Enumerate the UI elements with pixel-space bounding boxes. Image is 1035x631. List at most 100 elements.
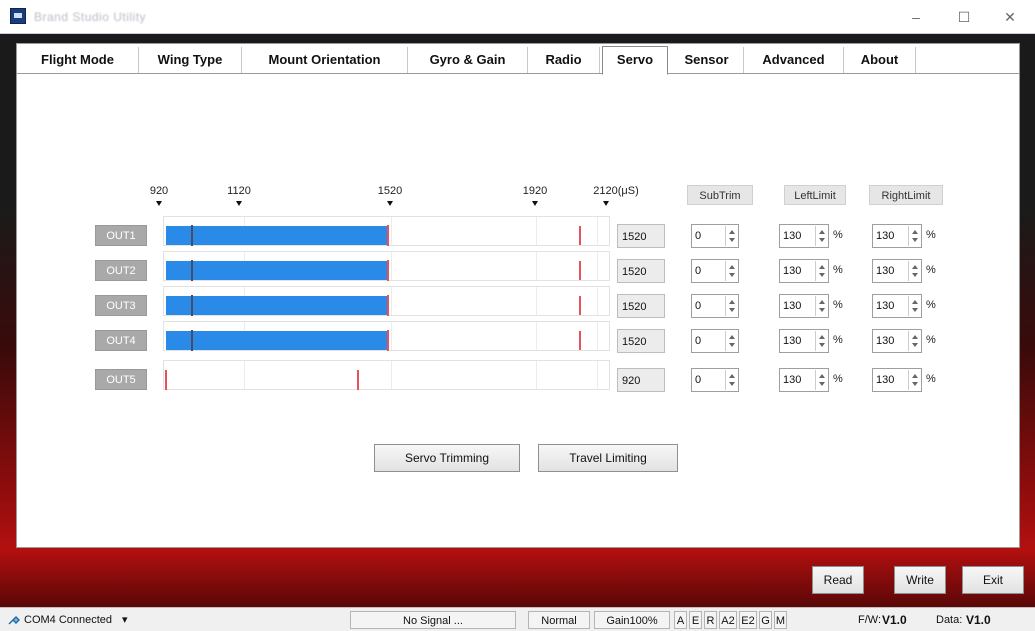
subtrim-spinner-value: 0 (695, 374, 702, 386)
output-label: OUT1 (95, 225, 147, 246)
exit-button[interactable]: Exit (962, 566, 1024, 594)
travel-limiting-button[interactable]: Travel Limiting (538, 444, 678, 472)
subtrim-spinner[interactable]: 0 (691, 259, 739, 283)
right-limit-marker (579, 261, 581, 280)
write-button[interactable]: Write (894, 566, 946, 594)
tab-radio[interactable]: Radio (528, 47, 600, 73)
right-limit-spinner-value: 130 (876, 265, 895, 277)
spin-arrows-icon[interactable] (908, 331, 920, 351)
app-icon (10, 8, 26, 24)
spin-arrows-icon[interactable] (725, 370, 737, 390)
servo-track (163, 251, 610, 281)
percent-label: % (926, 334, 936, 346)
spin-arrows-icon[interactable] (908, 261, 920, 281)
title-bar: Brand Studio Utility – ☐ ✕ (0, 0, 1035, 34)
tab-wing-type[interactable]: Wing Type (139, 47, 242, 73)
left-limit-marker (191, 260, 193, 281)
subtrim-spinner[interactable]: 0 (691, 224, 739, 248)
tab-advanced[interactable]: Advanced (744, 47, 844, 73)
position-marker (386, 330, 389, 351)
spin-arrows-icon[interactable] (815, 261, 827, 281)
tab-servo[interactable]: Servo (602, 46, 668, 75)
gain-status: Gain100% (594, 611, 670, 629)
subtrim-spinner[interactable]: 0 (691, 294, 739, 318)
spin-arrows-icon[interactable] (725, 261, 737, 281)
subtrim-header: SubTrim (687, 185, 753, 205)
left-limit-spinner-value: 130 (783, 230, 802, 242)
right-limit-marker (579, 226, 581, 245)
scale-tick (603, 201, 609, 206)
left-limit-spinner-value: 130 (783, 265, 802, 277)
spin-arrows-icon[interactable] (725, 331, 737, 351)
output-label: OUT4 (95, 330, 147, 351)
left-limit-spinner-value: 130 (783, 300, 802, 312)
percent-label: % (926, 264, 936, 276)
right-limit-spinner[interactable]: 130 (872, 259, 922, 283)
track-gridline (391, 322, 392, 350)
scale-label-1120: 1120 (227, 185, 251, 197)
percent-label: % (833, 264, 843, 276)
spin-arrows-icon[interactable] (908, 296, 920, 316)
spin-arrows-icon[interactable] (815, 226, 827, 246)
percent-label: % (833, 229, 843, 241)
track-gridline (536, 252, 537, 280)
left-limit-spinner[interactable]: 130 (779, 294, 829, 318)
right-limit-spinner[interactable]: 130 (872, 368, 922, 392)
right-limit-marker (579, 296, 581, 315)
channel-indicator: E2 (739, 611, 757, 629)
subtrim-spinner-value: 0 (695, 335, 702, 347)
left-limit-spinner[interactable]: 130 (779, 329, 829, 353)
spin-arrows-icon[interactable] (815, 331, 827, 351)
left-limit-spinner[interactable]: 130 (779, 224, 829, 248)
tab-flight-mode[interactable]: Flight Mode (17, 47, 139, 73)
left-limit-spinner[interactable]: 130 (779, 368, 829, 392)
left-limit-spinner[interactable]: 130 (779, 259, 829, 283)
close-button[interactable]: ✕ (990, 4, 1030, 30)
spin-arrows-icon[interactable] (725, 226, 737, 246)
right-limit-spinner[interactable]: 130 (872, 294, 922, 318)
connection-status[interactable]: COM4 Connected (24, 611, 112, 629)
pulse-value: 920 (617, 368, 665, 392)
minimize-button[interactable]: – (896, 4, 936, 30)
chevron-down-icon[interactable]: ▾ (122, 611, 128, 629)
servo-position-bar (166, 331, 388, 350)
servo-trimming-button[interactable]: Servo Trimming (374, 444, 520, 472)
status-bar: COM4 Connected ▾ No Signal ... Normal Ga… (0, 607, 1035, 631)
tab-gyro-gain[interactable]: Gyro & Gain (408, 47, 528, 73)
track-gridline (597, 322, 598, 350)
servo-position-bar (166, 226, 388, 245)
servo-track (163, 321, 610, 351)
right-limit-marker (579, 331, 581, 350)
right-limit-spinner-value: 130 (876, 335, 895, 347)
tab-about[interactable]: About (844, 47, 916, 73)
read-button[interactable]: Read (812, 566, 864, 594)
scale-tick (156, 201, 162, 206)
right-limit-spinner[interactable]: 130 (872, 224, 922, 248)
pulse-value: 1520 (617, 329, 665, 353)
main-panel: Flight Mode Wing Type Mount Orientation … (16, 43, 1020, 548)
tab-strip: Flight Mode Wing Type Mount Orientation … (17, 44, 1019, 75)
position-marker (165, 370, 167, 390)
spin-arrows-icon[interactable] (908, 370, 920, 390)
subtrim-spinner[interactable]: 0 (691, 368, 739, 392)
tab-mount-orientation[interactable]: Mount Orientation (242, 47, 408, 73)
track-gridline (597, 252, 598, 280)
connection-icon (8, 616, 20, 625)
tab-sensor[interactable]: Sensor (670, 47, 744, 73)
track-gridline (597, 361, 598, 389)
maximize-button[interactable]: ☐ (944, 4, 984, 30)
percent-label: % (833, 373, 843, 385)
spin-arrows-icon[interactable] (908, 226, 920, 246)
window-frame: Flight Mode Wing Type Mount Orientation … (0, 34, 1035, 607)
percent-label: % (833, 334, 843, 346)
scale-tick (387, 201, 393, 206)
right-limit-spinner[interactable]: 130 (872, 329, 922, 353)
subtrim-spinner[interactable]: 0 (691, 329, 739, 353)
right-limit-spinner-value: 130 (876, 300, 895, 312)
channel-indicator: R (704, 611, 717, 629)
spin-arrows-icon[interactable] (725, 296, 737, 316)
spin-arrows-icon[interactable] (815, 370, 827, 390)
spin-arrows-icon[interactable] (815, 296, 827, 316)
position-marker (386, 225, 389, 246)
servo-position-bar (166, 261, 388, 280)
